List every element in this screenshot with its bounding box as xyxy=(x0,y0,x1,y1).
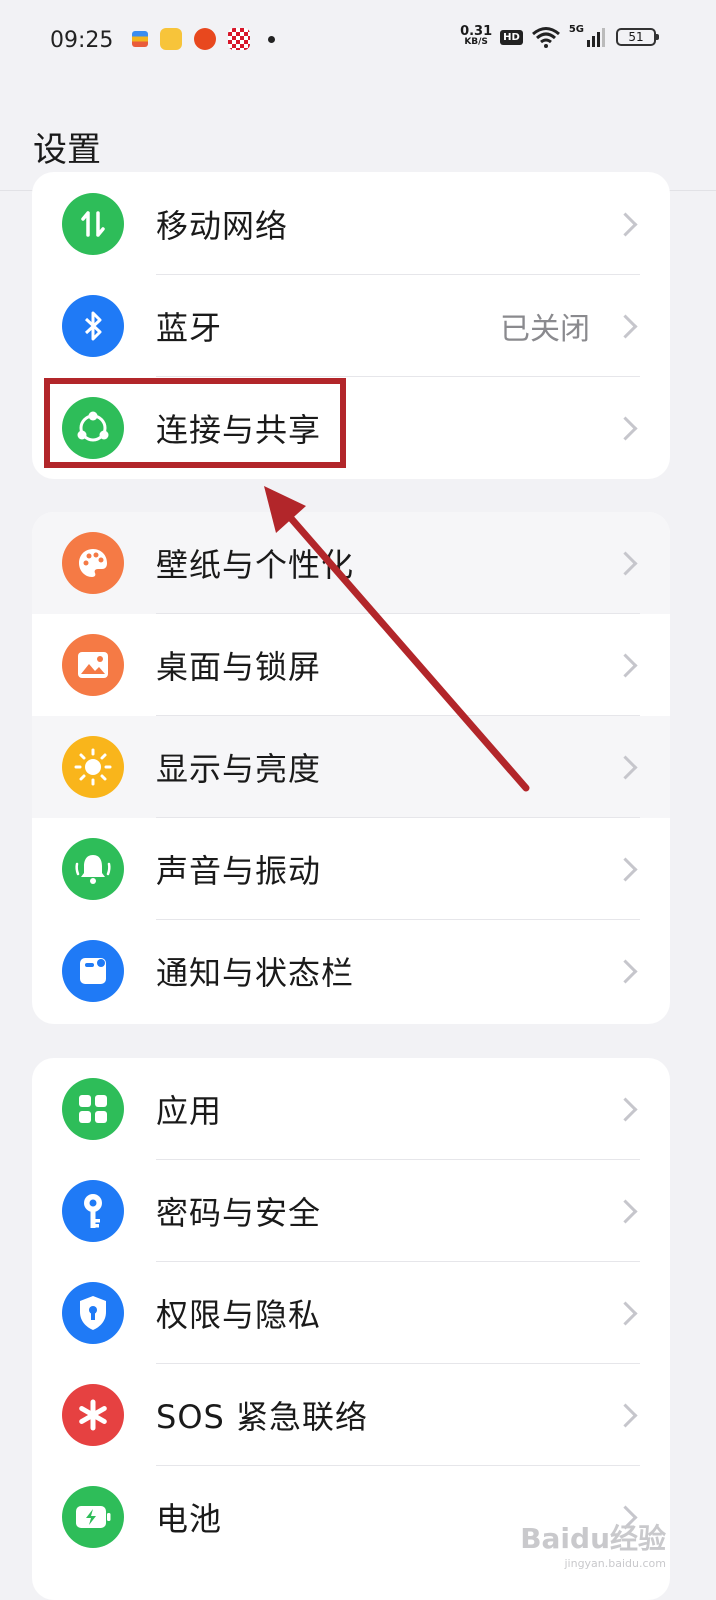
chevron-right-icon xyxy=(613,1402,638,1428)
checker-app-icon xyxy=(228,28,250,50)
picture-icon xyxy=(62,634,124,696)
setting-label: 通知与状态栏 xyxy=(156,954,355,992)
network-type: 5G xyxy=(568,23,584,35)
setting-mobile-network[interactable]: 移动网络 xyxy=(32,173,670,275)
setting-label: 应用 xyxy=(156,1092,223,1130)
bluetooth-status: 已关闭 xyxy=(500,312,590,347)
wifi-icon xyxy=(531,27,560,48)
highlight-box-annotation xyxy=(44,378,346,468)
key-icon xyxy=(62,1180,124,1242)
setting-label: 移动网络 xyxy=(156,207,289,245)
net-speed-unit: KB/S xyxy=(464,37,488,47)
notification-icon xyxy=(62,940,124,1002)
chevron-right-icon xyxy=(613,550,638,576)
net-speed: 0.31 KB/S xyxy=(460,24,493,48)
signal-icon xyxy=(587,28,605,47)
palette-icon xyxy=(62,532,124,594)
setting-desktop-lockscreen[interactable]: 桌面与锁屏 xyxy=(32,614,670,716)
battery-indicator: 51 xyxy=(616,28,659,46)
setting-notification-statusbar[interactable]: 通知与状态栏 xyxy=(32,920,670,1022)
setting-permission-privacy[interactable]: 权限与隐私 xyxy=(32,1262,670,1364)
status-indicators: 0.31 KB/S HD 5G 51 xyxy=(460,23,659,48)
page-title: 设置 xyxy=(33,130,101,170)
sos-icon xyxy=(62,1384,124,1446)
setting-label: 显示与亮度 xyxy=(156,750,322,788)
watermark: Baidu经验 jingyan.baidu.com xyxy=(520,1517,666,1570)
notification-app-icons xyxy=(132,28,275,50)
setting-label: 蓝牙 xyxy=(156,309,223,347)
setting-sound-vibration[interactable]: 声音与振动 xyxy=(32,818,670,920)
chevron-right-icon xyxy=(613,1198,638,1224)
setting-display-brightness[interactable]: 显示与亮度 xyxy=(32,716,670,818)
setting-sos[interactable]: SOS 紧急联络 xyxy=(32,1364,670,1466)
apps-grid-icon xyxy=(62,1078,124,1140)
more-notifications-dot xyxy=(268,35,275,43)
setting-label: 桌面与锁屏 xyxy=(156,648,322,686)
setting-label: 声音与振动 xyxy=(156,852,322,890)
status-time: 09:25 xyxy=(50,28,114,53)
setting-bluetooth[interactable]: 蓝牙 已关闭 xyxy=(32,275,670,377)
coupon-app-icon xyxy=(160,28,182,50)
chevron-right-icon xyxy=(613,958,638,984)
chevron-right-icon xyxy=(613,652,638,678)
status-bar: 09:25 0.31 KB/S HD 5G 51 xyxy=(0,0,716,84)
battery-icon xyxy=(62,1486,124,1548)
chevron-right-icon xyxy=(613,313,638,339)
setting-label: SOS 紧急联络 xyxy=(156,1398,368,1436)
sun-icon xyxy=(62,736,124,798)
setting-label: 密码与安全 xyxy=(156,1194,322,1232)
bell-icon xyxy=(62,838,124,900)
hd-badge: HD xyxy=(500,29,523,45)
chevron-right-icon xyxy=(613,856,638,882)
settings-group-personalization: 壁纸与个性化 桌面与锁屏 显示与亮度 声音与振动 通知与状态栏 xyxy=(32,512,670,1024)
setting-wallpaper[interactable]: 壁纸与个性化 xyxy=(32,512,670,614)
setting-apps[interactable]: 应用 xyxy=(32,1058,670,1160)
watermark-brand: Baidu经验 xyxy=(520,1522,666,1555)
setting-label: 壁纸与个性化 xyxy=(156,546,355,584)
setting-password-security[interactable]: 密码与安全 xyxy=(32,1160,670,1262)
chevron-right-icon xyxy=(613,754,638,780)
setting-label: 电池 xyxy=(156,1500,223,1538)
chevron-right-icon xyxy=(613,1300,638,1326)
chevron-right-icon xyxy=(613,1096,638,1122)
shopping-app-icon xyxy=(194,28,216,50)
wallet-app-icon xyxy=(132,31,148,47)
chevron-right-icon xyxy=(613,211,638,237)
bluetooth-icon xyxy=(62,295,124,357)
shield-icon xyxy=(62,1282,124,1344)
mobile-network-icon xyxy=(62,193,124,255)
setting-label: 权限与隐私 xyxy=(156,1296,322,1334)
watermark-url: jingyan.baidu.com xyxy=(564,1557,666,1570)
net-speed-value: 0.31 xyxy=(460,24,493,39)
chevron-right-icon xyxy=(613,415,638,441)
